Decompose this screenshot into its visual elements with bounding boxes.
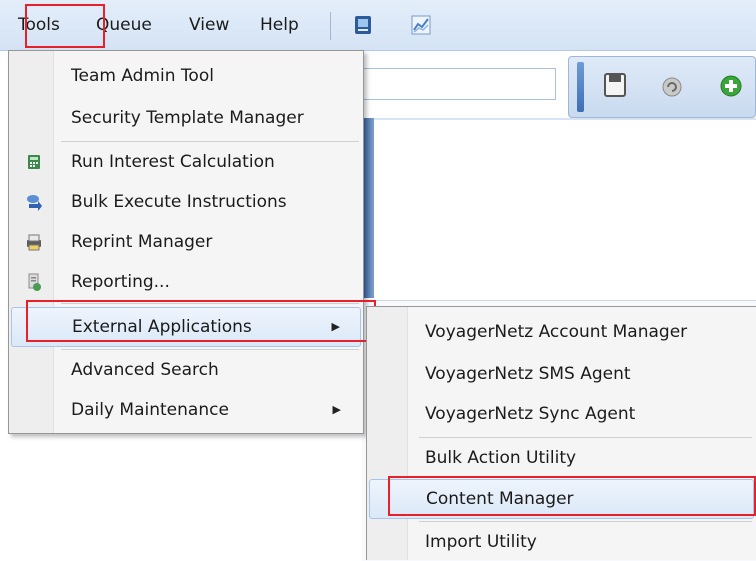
- menu-item-bulk-action-utility[interactable]: Bulk Action Utility: [369, 439, 754, 477]
- menu-item-reprint-manager[interactable]: Reprint Manager: [11, 223, 361, 261]
- content-manager-highlight-box: [388, 476, 756, 516]
- menu-item-voyagernetz-sms-agent[interactable]: VoyagerNetz SMS Agent: [369, 355, 754, 393]
- menu-view[interactable]: View: [183, 0, 235, 50]
- save-icon[interactable]: [603, 72, 627, 98]
- add-icon[interactable]: [719, 74, 743, 98]
- menu-item-voyagernetz-sync-agent[interactable]: VoyagerNetz Sync Agent: [369, 395, 754, 433]
- menu-item-label: Reporting...: [71, 272, 170, 292]
- menu-item-advanced-search[interactable]: Advanced Search: [11, 351, 361, 389]
- bulk-arrows-icon: [27, 195, 42, 211]
- menu-item-label: Daily Maintenance: [71, 400, 229, 420]
- menu-item-bulk-execute-instructions[interactable]: Bulk Execute Instructions: [11, 183, 361, 221]
- menu-item-label: Reprint Manager: [71, 232, 213, 252]
- menu-bar: Tools Queue View Help: [0, 0, 756, 51]
- menu-help[interactable]: Help: [254, 0, 305, 50]
- menu-item-label: Advanced Search: [71, 360, 219, 380]
- menu-item-team-admin-tool[interactable]: Team Admin Tool: [11, 57, 361, 95]
- menu-item-label: VoyagerNetz Sync Agent: [425, 404, 636, 424]
- menu-divider: [419, 437, 752, 438]
- refresh-icon[interactable]: [661, 76, 683, 98]
- menu-divider: [61, 349, 359, 350]
- tools-menu: Team Admin Tool Security Template Manage…: [8, 50, 364, 434]
- calculator-icon: [28, 155, 40, 169]
- tools-highlight-box: [25, 4, 105, 48]
- app-panel-border: [362, 118, 756, 120]
- menu-item-label: Import Utility: [425, 532, 537, 552]
- menu-item-reporting[interactable]: Reporting...: [11, 263, 361, 301]
- menu-divider: [419, 521, 752, 522]
- report-icon[interactable]: [352, 14, 374, 36]
- external-applications-submenu: VoyagerNetz Account Manager VoyagerNetz …: [366, 306, 756, 560]
- menu-item-label: Run Interest Calculation: [71, 152, 275, 172]
- menu-item-label: VoyagerNetz SMS Agent: [425, 364, 631, 384]
- menu-item-import-utility[interactable]: Import Utility: [369, 523, 754, 561]
- menu-item-label: Team Admin Tool: [71, 66, 214, 86]
- menu-item-label: Security Template Manager: [71, 108, 304, 128]
- menu-item-label: Bulk Execute Instructions: [71, 192, 287, 212]
- external-apps-highlight-box: [26, 300, 376, 342]
- menu-item-security-template-manager[interactable]: Security Template Manager: [11, 99, 361, 137]
- menu-item-daily-maintenance[interactable]: Daily Maintenance ▶: [11, 391, 361, 429]
- menu-item-label: VoyagerNetz Account Manager: [425, 322, 688, 342]
- menubar-separator: [330, 12, 331, 40]
- submenu-arrow-icon: ▶: [332, 403, 341, 416]
- toolbar-grip: [577, 62, 584, 112]
- search-input[interactable]: [362, 68, 556, 100]
- report-doc-icon: [28, 273, 41, 291]
- printer-icon: [27, 234, 41, 251]
- chart-icon[interactable]: [410, 14, 432, 36]
- menu-item-run-interest-calculation[interactable]: Run Interest Calculation: [11, 143, 361, 181]
- menu-item-voyagernetz-account-manager[interactable]: VoyagerNetz Account Manager: [369, 313, 754, 351]
- menu-divider: [61, 141, 359, 142]
- menu-item-label: Bulk Action Utility: [425, 448, 577, 468]
